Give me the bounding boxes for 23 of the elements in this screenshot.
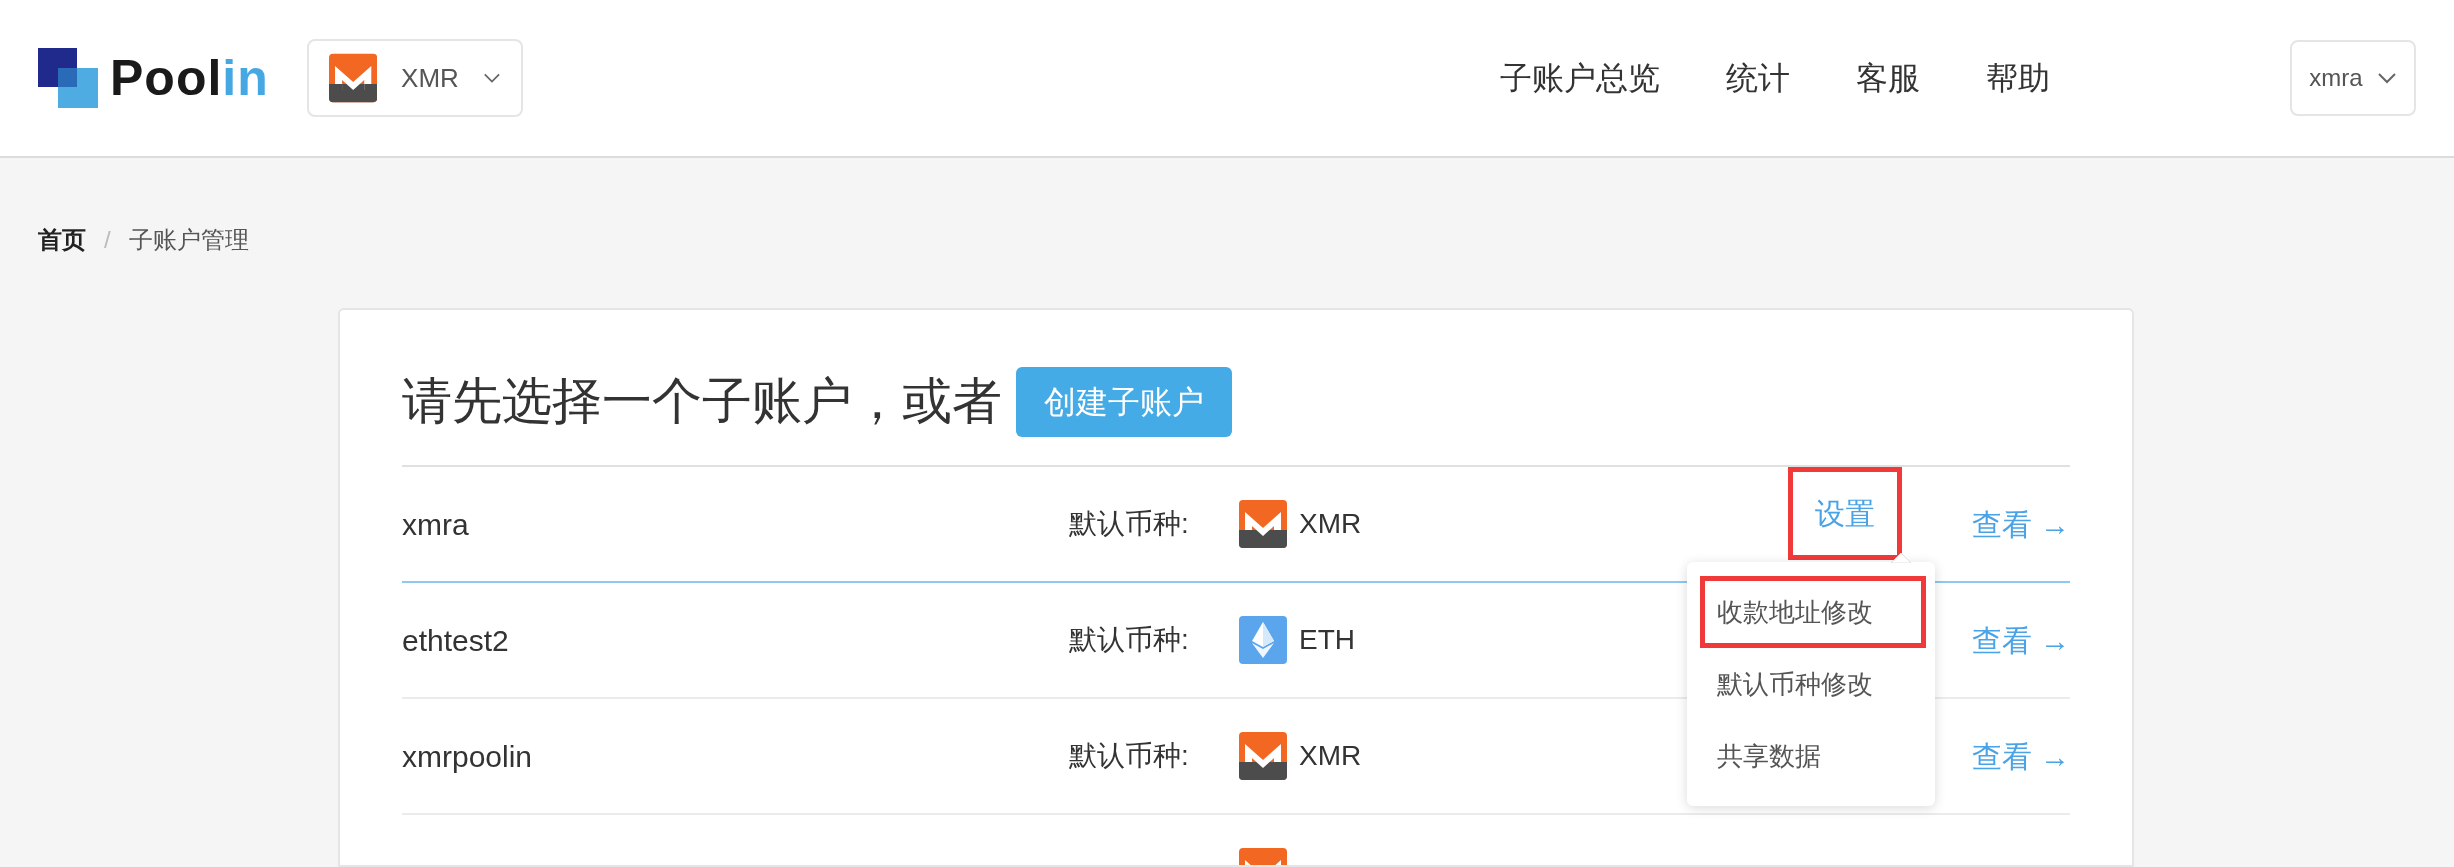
menu-item[interactable]: 收款地址修改	[1700, 576, 1926, 648]
coin-name: XMR	[1299, 739, 1362, 773]
breadcrumb-link[interactable]: 首页	[38, 222, 86, 258]
page-title: 请先选择一个子账户，或者	[402, 372, 1002, 431]
coin-name: ETH	[1299, 623, 1355, 657]
coin-label: 默认币种:	[1069, 507, 1189, 541]
breadcrumb-link[interactable]: 子账户管理	[128, 222, 249, 258]
nav-link[interactable]: 帮助	[1986, 54, 2050, 102]
coin-name: XMR	[1299, 507, 1362, 541]
user-menu[interactable]: xmra	[2290, 40, 2416, 116]
menu-item[interactable]: 共享数据	[1700, 720, 1926, 792]
nav-link[interactable]: 子账户总览	[1500, 54, 1660, 102]
nav-link[interactable]: 统计	[1726, 54, 1790, 102]
menu-item[interactable]: 默认币种修改	[1700, 648, 1926, 720]
logo-text: Poolin	[110, 53, 269, 103]
coin-selector[interactable]: XMR	[306, 39, 523, 117]
account-name: xmra	[402, 506, 469, 543]
coin-label: 默认币种:	[1069, 623, 1189, 657]
nav-link[interactable]: 客服	[1856, 54, 1920, 102]
coin-label: 默认币种:	[1069, 739, 1189, 773]
breadcrumb-separator: /	[104, 225, 111, 255]
account-name: xmrpoolin	[402, 738, 533, 775]
account-name: ethtest2	[402, 622, 509, 659]
